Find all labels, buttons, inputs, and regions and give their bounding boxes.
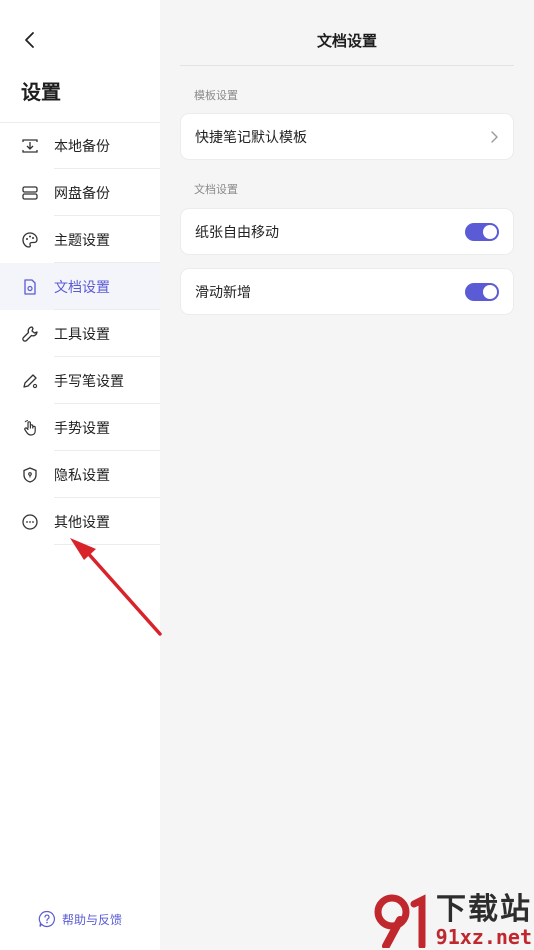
sidebar-item-privacy[interactable]: 隐私设置 [0, 451, 160, 498]
quick-note-template-row[interactable]: 快捷笔记默认模板 [180, 113, 514, 160]
sidebar-item-label: 其他设置 [54, 514, 110, 531]
watermark-logo-icon [374, 894, 426, 948]
hand-gesture-icon [20, 418, 40, 438]
palette-icon [20, 230, 40, 250]
row-label: 纸张自由移动 [195, 224, 279, 241]
section-label-document: 文档设置 [194, 183, 238, 196]
sidebar-item-label: 网盘备份 [54, 185, 110, 202]
title-divider [180, 65, 514, 66]
row-label: 滑动新增 [195, 284, 251, 301]
settings-nav: 本地备份 网盘备份 主题设置 文档设置 工具设置 手写笔设置 手势设置 隐私设置… [0, 122, 160, 545]
sidebar-item-label: 隐私设置 [54, 467, 110, 484]
toggle-knob [483, 284, 497, 299]
help-feedback-link[interactable]: 帮助与反馈 [38, 910, 122, 928]
sidebar-item-label: 本地备份 [54, 138, 110, 155]
local-backup-icon [20, 136, 40, 156]
sidebar-item-local-backup[interactable]: 本地备份 [0, 122, 160, 169]
watermark-title: 下载站 [436, 892, 532, 927]
document-settings-icon [20, 277, 40, 297]
sidebar-item-theme[interactable]: 主题设置 [0, 216, 160, 263]
toggle-knob [483, 224, 497, 239]
swipe-add-row: 滑动新增 [180, 268, 514, 315]
watermark: 下载站 91xz.net [370, 890, 532, 948]
sidebar-item-label: 主题设置 [54, 232, 110, 249]
sidebar-item-other[interactable]: 其他设置 [0, 498, 160, 545]
wrench-icon [20, 324, 40, 344]
sidebar-item-label: 手势设置 [54, 420, 110, 437]
more-icon [20, 512, 40, 532]
sidebar-item-cloud-backup[interactable]: 网盘备份 [0, 169, 160, 216]
section-label-template: 模板设置 [194, 89, 238, 102]
free-paper-move-row: 纸张自由移动 [180, 208, 514, 255]
row-label: 快捷笔记默认模板 [195, 129, 307, 146]
sidebar-item-stylus[interactable]: 手写笔设置 [0, 357, 160, 404]
sidebar-item-label: 手写笔设置 [54, 373, 124, 390]
cloud-backup-icon [20, 183, 40, 203]
swipe-add-toggle[interactable] [465, 282, 499, 301]
pen-icon [20, 371, 40, 391]
help-icon [38, 910, 55, 928]
watermark-url: 91xz.net [435, 925, 532, 949]
sidebar-item-gesture[interactable]: 手势设置 [0, 404, 160, 451]
help-feedback-label: 帮助与反馈 [62, 912, 123, 927]
page-title: 文档设置 [316, 32, 377, 50]
sidebar-item-label: 工具设置 [54, 326, 110, 343]
chevron-right-icon [491, 130, 498, 143]
free-paper-move-toggle[interactable] [465, 222, 499, 241]
sidebar-item-label: 文档设置 [54, 279, 110, 296]
document-settings-panel: 文档设置 模板设置 快捷笔记默认模板 文档设置 纸张自由移动 滑动新增 [160, 0, 534, 950]
sidebar-title: 设置 [21, 80, 61, 104]
back-button[interactable] [18, 28, 42, 52]
shield-icon [20, 465, 40, 485]
sidebar-item-tools[interactable]: 工具设置 [0, 310, 160, 357]
sidebar-item-document[interactable]: 文档设置 [0, 263, 160, 310]
sidebar: 设置 本地备份 网盘备份 主题设置 文档设置 工具设置 手写笔设置 手势设置 隐… [0, 0, 160, 950]
back-arrow-icon [25, 32, 34, 48]
